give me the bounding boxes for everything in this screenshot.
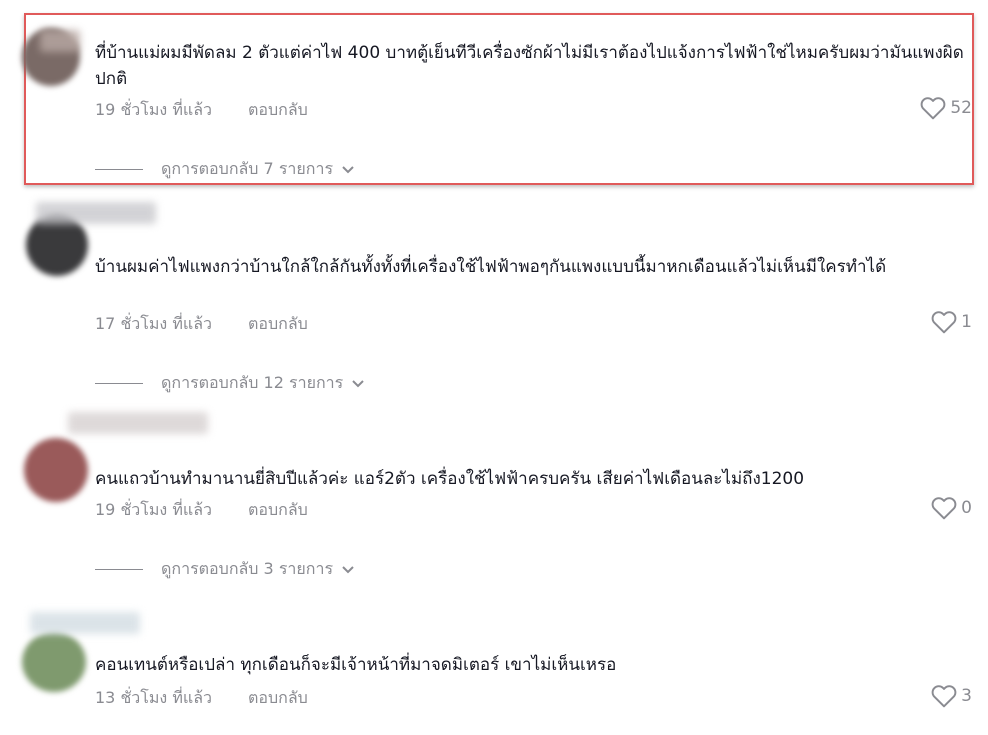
- reply-button[interactable]: ตอบกลับ: [248, 98, 308, 123]
- like-count: 3: [961, 686, 972, 706]
- username-blurred: [36, 202, 156, 224]
- like-button[interactable]: 3: [931, 684, 972, 708]
- comment-text: บ้านผมค่าไฟแพงกว่าบ้านใกล้ใกล้กันทั้งทั้…: [95, 257, 887, 277]
- comment-text: คนแถวบ้านทำมานานยี่สิบปีแล้วค่ะ แอร์2ตัว…: [95, 469, 805, 489]
- comment-meta: 13 ชั่วโมง ที่แล้ว ตอบกลับ: [95, 686, 308, 711]
- comment-meta: 17 ชั่วโมง ที่แล้ว ตอบกลับ: [95, 312, 308, 337]
- like-button[interactable]: 1: [931, 310, 972, 334]
- heart-icon: [931, 311, 957, 334]
- like-button[interactable]: 0: [931, 496, 972, 520]
- view-replies-label: ดูการตอบกลับ 12 รายการ: [161, 373, 344, 392]
- heart-icon: [931, 685, 957, 708]
- like-button[interactable]: 52: [920, 96, 972, 120]
- reply-button[interactable]: ตอบกลับ: [248, 498, 308, 523]
- avatar[interactable]: [24, 438, 88, 502]
- comment-time: 19 ชั่วโมง ที่แล้ว: [95, 500, 212, 519]
- username-blurred: [68, 412, 208, 434]
- avatar[interactable]: [22, 632, 86, 692]
- heart-icon: [931, 497, 957, 520]
- comment-meta: 19 ชั่วโมง ที่แล้ว ตอบกลับ: [95, 498, 308, 523]
- view-replies-button[interactable]: ดูการตอบกลับ 3 รายการ: [95, 557, 355, 582]
- view-replies-label: ดูการตอบกลับ 3 รายการ: [161, 559, 334, 578]
- chevron-down-icon: [342, 565, 354, 573]
- divider-line: [95, 569, 143, 570]
- chevron-down-icon: [352, 379, 364, 387]
- comment-text: คอนเทนต์หรือเปล่า ทุกเดือนก็จะมีเจ้าหน้า…: [95, 655, 617, 675]
- view-replies-button[interactable]: ดูการตอบกลับ 7 รายการ: [95, 157, 355, 182]
- username-blurred: [40, 30, 80, 52]
- username-blurred: [30, 612, 140, 634]
- view-replies-label: ดูการตอบกลับ 7 รายการ: [161, 159, 334, 178]
- divider-line: [95, 169, 143, 170]
- reply-button[interactable]: ตอบกลับ: [248, 312, 308, 337]
- like-count: 1: [961, 312, 972, 332]
- view-replies-button[interactable]: ดูการตอบกลับ 12 รายการ: [95, 371, 365, 396]
- heart-icon: [920, 97, 946, 120]
- comment-time: 17 ชั่วโมง ที่แล้ว: [95, 314, 212, 333]
- comment-time: 19 ชั่วโมง ที่แล้ว: [95, 100, 212, 119]
- comment-time: 13 ชั่วโมง ที่แล้ว: [95, 688, 212, 707]
- comment-meta: 19 ชั่วโมง ที่แล้ว ตอบกลับ: [95, 98, 308, 123]
- like-count: 0: [961, 498, 972, 518]
- comment-text: ที่บ้านแม่ผมมีพัดลม 2 ตัวแต่ค่าไฟ 400 บา…: [95, 43, 964, 89]
- like-count: 52: [950, 98, 972, 118]
- reply-button[interactable]: ตอบกลับ: [248, 686, 308, 711]
- divider-line: [95, 383, 143, 384]
- chevron-down-icon: [342, 165, 354, 173]
